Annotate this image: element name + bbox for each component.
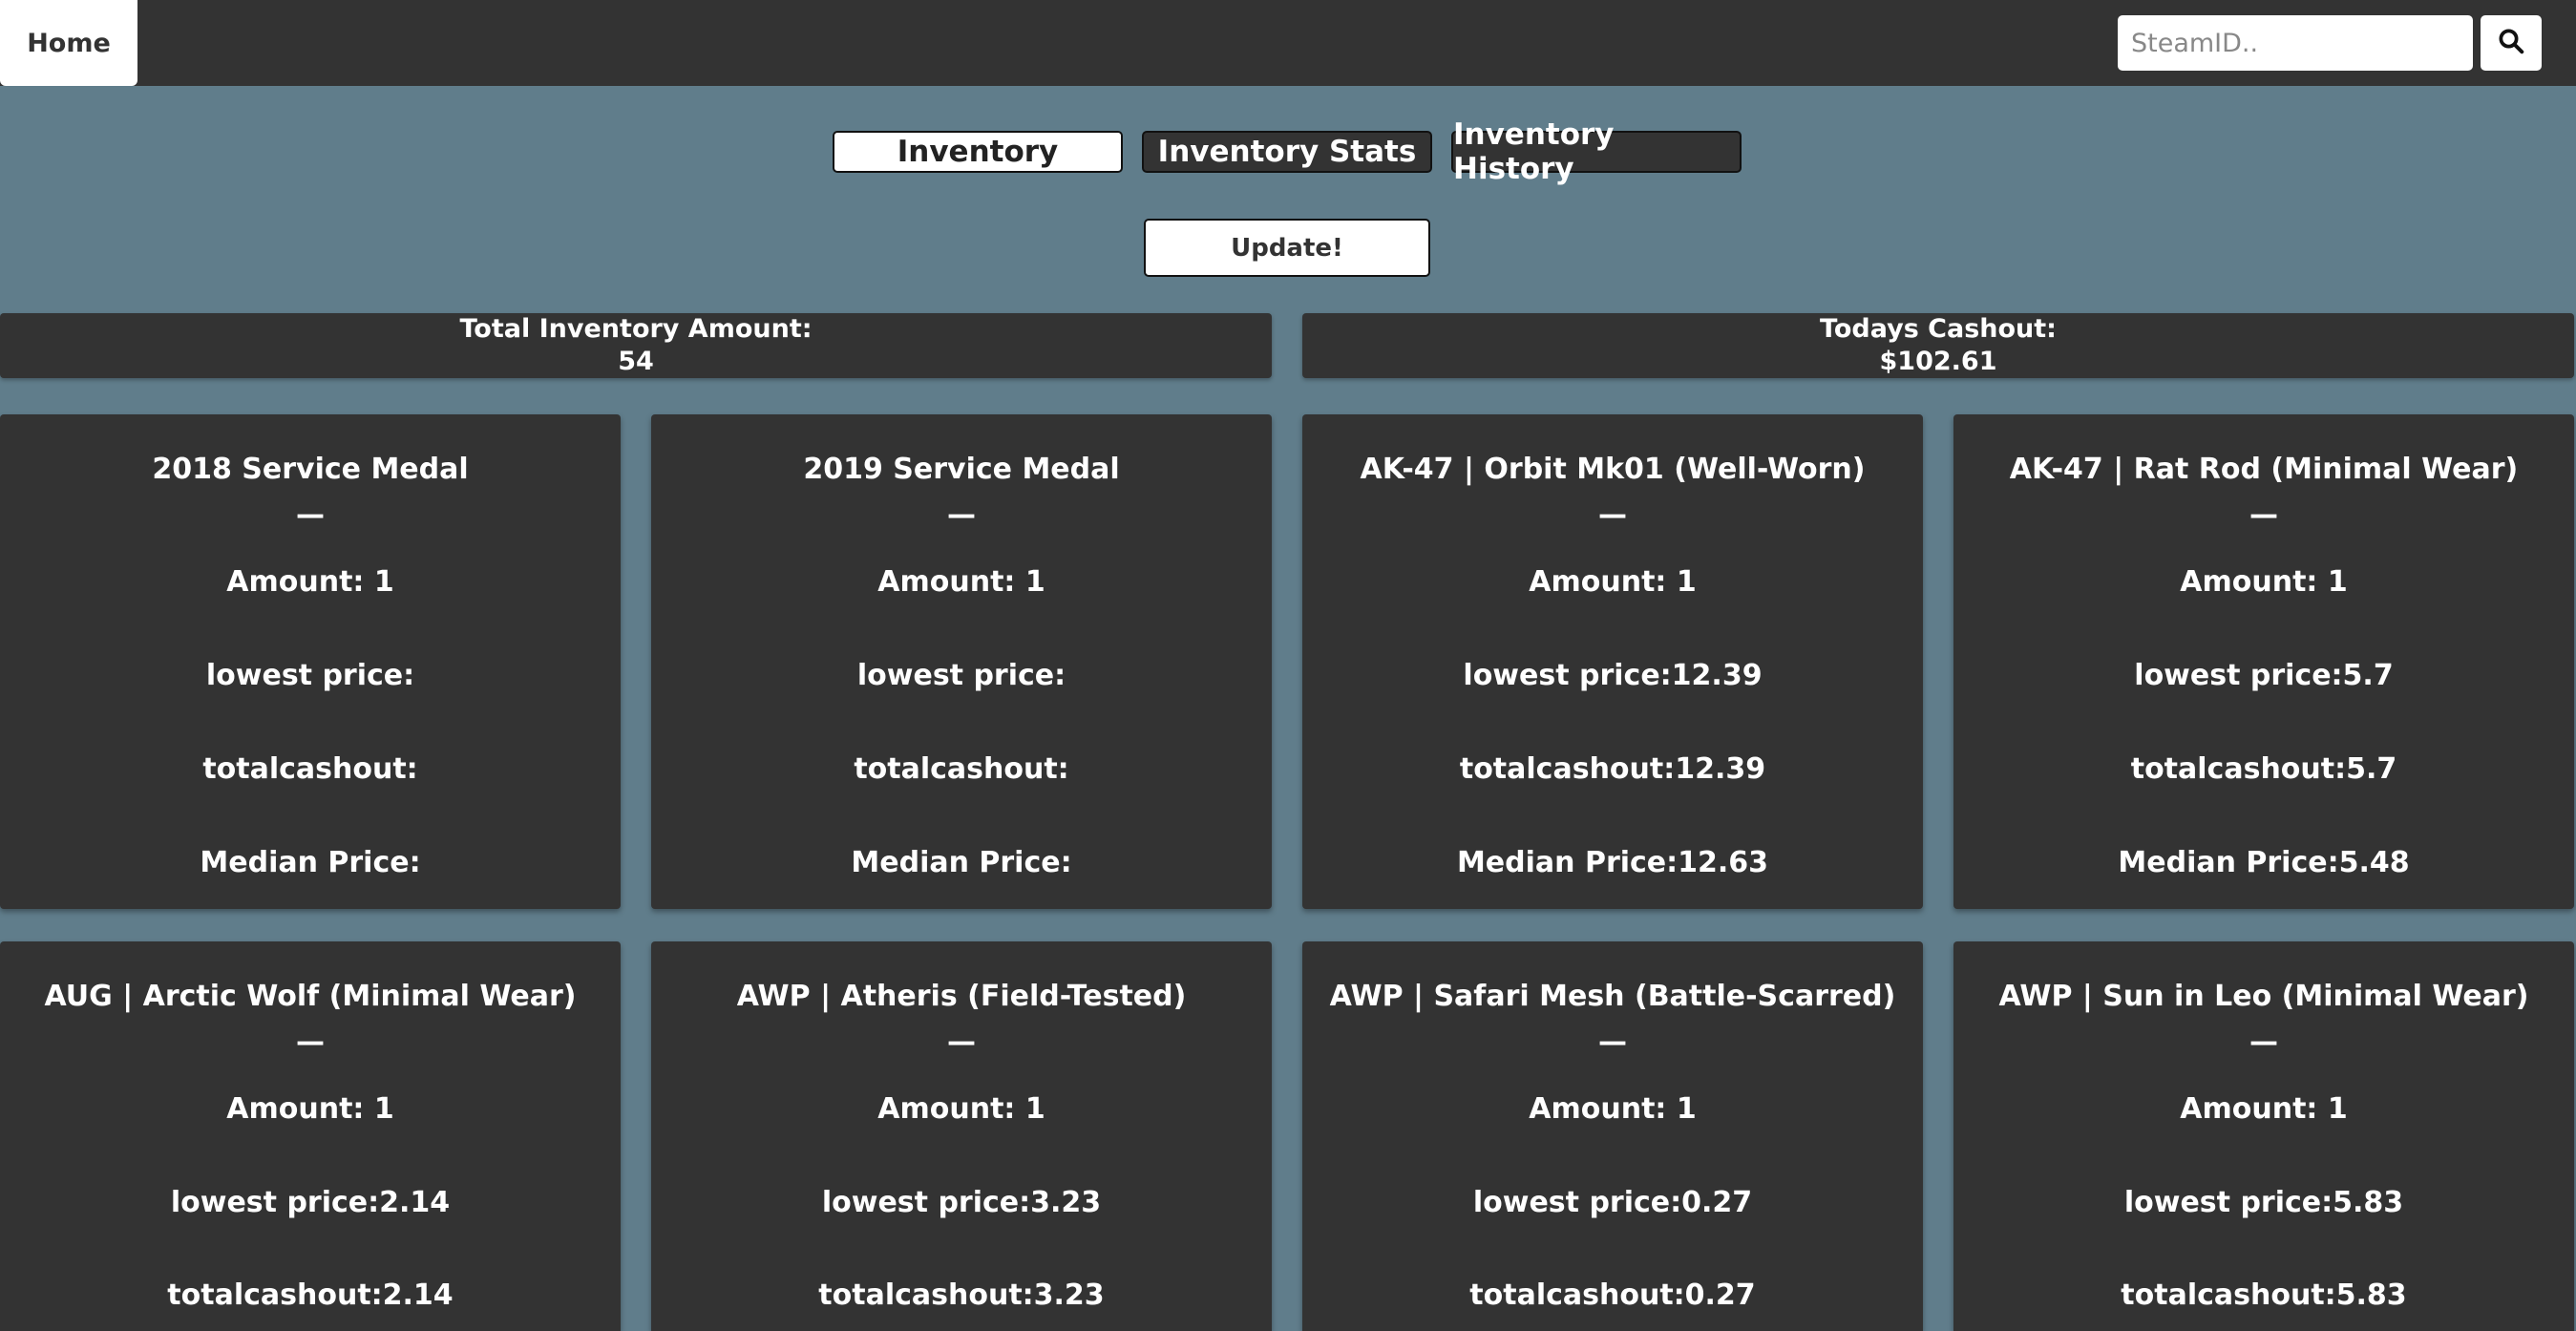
item-name: AK-47 | Rat Rod (Minimal Wear) [2009,453,2519,486]
item-card: 2018 Service Medal — Amount: 1 lowest pr… [0,414,621,909]
item-amount: Amount: 1 [877,565,1045,599]
item-total-cashout: totalcashout:5.7 [2130,752,2397,786]
tab-inventory-stats[interactable]: Inventory Stats [1142,131,1432,173]
item-divider: — [2249,1025,2278,1059]
item-divider: — [296,1025,325,1059]
item-card: AUG | Arctic Wolf (Minimal Wear) — Amoun… [0,941,621,1331]
item-name: AWP | Atheris (Field-Tested) [736,980,1187,1013]
item-median-price: Median Price:5.48 [2118,846,2410,879]
search-icon [2497,27,2525,59]
item-card: AWP | Sun in Leo (Minimal Wear) — Amount… [1953,941,2574,1331]
item-lowest-price: lowest price:12.39 [1463,659,1763,692]
item-total-cashout: totalcashout: [202,752,418,786]
item-total-cashout: totalcashout: [854,752,1069,786]
item-amount: Amount: 1 [2180,565,2348,599]
item-divider: — [1598,498,1627,532]
item-name: AWP | Sun in Leo (Minimal Wear) [1998,980,2529,1013]
item-amount: Amount: 1 [2180,1092,2348,1126]
item-median-price: Median Price: [200,846,421,879]
item-divider: — [2249,498,2278,532]
item-amount: Amount: 1 [1529,1092,1697,1126]
item-median-price: Median Price:12.63 [1456,846,1769,879]
todays-cashout-label: Todays Cashout: [1820,314,2057,344]
total-inventory-label: Total Inventory Amount: [459,314,813,344]
item-divider: — [296,498,325,532]
item-lowest-price: lowest price: [856,659,1066,692]
item-card: AWP | Atheris (Field-Tested) — Amount: 1… [651,941,1272,1331]
item-name: AK-47 | Orbit Mk01 (Well-Worn) [1360,453,1866,486]
item-divider: — [947,1025,976,1059]
item-amount: Amount: 1 [226,1092,394,1126]
total-inventory-value: 54 [618,347,654,376]
item-divider: — [947,498,976,532]
home-button[interactable]: Home [0,0,137,86]
tab-inventory-history[interactable]: Inventory History [1451,117,1742,186]
item-amount: Amount: 1 [877,1092,1045,1126]
update-button[interactable]: Update! [1144,219,1430,277]
item-name: 2018 Service Medal [152,453,469,486]
item-lowest-price: lowest price:0.27 [1472,1186,1753,1219]
item-name: AWP | Safari Mesh (Battle-Scarred) [1329,980,1896,1013]
item-total-cashout: totalcashout:2.14 [167,1278,454,1312]
item-lowest-price: lowest price:5.83 [2123,1186,2404,1219]
item-card: 2019 Service Medal — Amount: 1 lowest pr… [651,414,1272,909]
item-amount: Amount: 1 [226,565,394,599]
todays-cashout-value: $102.61 [1879,347,1997,376]
item-lowest-price: lowest price: [205,659,415,692]
item-amount: Amount: 1 [1529,565,1697,599]
item-lowest-price: lowest price:5.7 [2134,659,2394,692]
item-divider: — [1598,1025,1627,1059]
item-card: AK-47 | Orbit Mk01 (Well-Worn) — Amount:… [1302,414,1923,909]
search-button[interactable] [2481,15,2542,71]
total-inventory-panel: Total Inventory Amount: 54 [0,313,1272,378]
item-median-price: Median Price: [851,846,1072,879]
steamid-search-input[interactable] [2118,15,2473,71]
tab-inventory[interactable]: Inventory [833,131,1123,173]
item-total-cashout: totalcashout:5.83 [2121,1278,2407,1312]
top-navbar: Home [0,0,2576,86]
item-name: 2019 Service Medal [803,453,1120,486]
todays-cashout-panel: Todays Cashout: $102.61 [1302,313,2574,378]
item-name: AUG | Arctic Wolf (Minimal Wear) [44,980,577,1013]
item-total-cashout: totalcashout:12.39 [1459,752,1766,786]
item-lowest-price: lowest price:2.14 [170,1186,451,1219]
item-total-cashout: totalcashout:3.23 [818,1278,1105,1312]
item-card: AWP | Safari Mesh (Battle-Scarred) — Amo… [1302,941,1923,1331]
item-card: AK-47 | Rat Rod (Minimal Wear) — Amount:… [1953,414,2574,909]
item-lowest-price: lowest price:3.23 [821,1186,1102,1219]
item-total-cashout: totalcashout:0.27 [1469,1278,1756,1312]
